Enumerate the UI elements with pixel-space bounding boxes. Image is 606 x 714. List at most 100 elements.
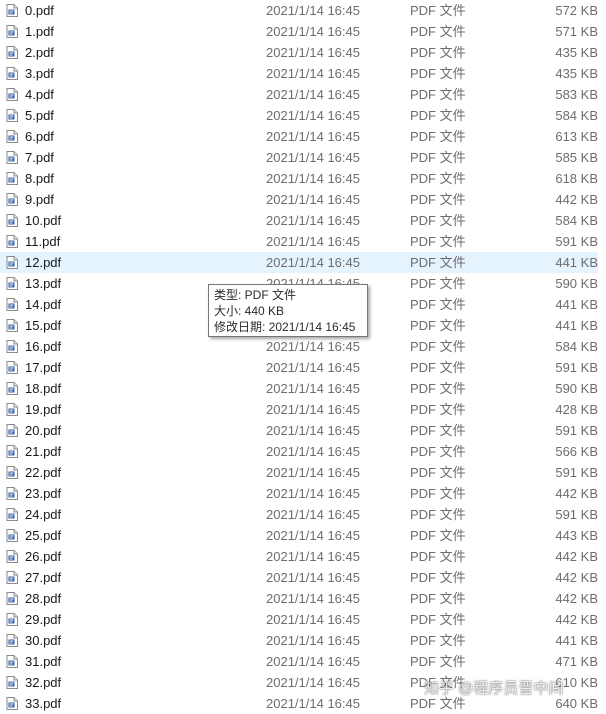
file-row[interactable]: 21.pdf 2021/1/14 16:45 PDF 文件 566 KB xyxy=(0,441,598,462)
file-type: PDF 文件 xyxy=(410,45,466,60)
file-name: 4.pdf xyxy=(25,87,54,102)
pdf-file-icon xyxy=(6,466,18,479)
file-size: 584 KB xyxy=(555,213,598,228)
file-row[interactable]: 2.pdf 2021/1/14 16:45 PDF 文件 435 KB xyxy=(0,42,598,63)
file-row[interactable]: 18.pdf 2021/1/14 16:45 PDF 文件 590 KB xyxy=(0,378,598,399)
file-name: 31.pdf xyxy=(25,654,62,669)
file-row[interactable]: 20.pdf 2021/1/14 16:45 PDF 文件 591 KB xyxy=(0,420,598,441)
file-row[interactable]: 7.pdf 2021/1/14 16:45 PDF 文件 585 KB xyxy=(0,147,598,168)
file-row[interactable]: 31.pdf 2021/1/14 16:45 PDF 文件 471 KB xyxy=(0,651,598,672)
file-type: PDF 文件 xyxy=(410,171,466,186)
file-row[interactable]: 22.pdf 2021/1/14 16:45 PDF 文件 591 KB xyxy=(0,462,598,483)
file-row[interactable]: 1.pdf 2021/1/14 16:45 PDF 文件 571 KB xyxy=(0,21,598,42)
file-name: 0.pdf xyxy=(25,3,54,18)
file-type: PDF 文件 xyxy=(410,381,466,396)
pdf-file-icon xyxy=(6,193,18,206)
file-size: 618 KB xyxy=(555,171,598,186)
file-type: PDF 文件 xyxy=(410,255,466,270)
file-row[interactable]: 23.pdf 2021/1/14 16:45 PDF 文件 442 KB xyxy=(0,483,598,504)
pdf-file-icon xyxy=(6,109,18,122)
pdf-file-icon xyxy=(6,67,18,80)
file-type: PDF 文件 xyxy=(410,108,466,123)
file-name: 8.pdf xyxy=(25,171,54,186)
file-size: 442 KB xyxy=(555,570,598,585)
file-modified-date: 2021/1/14 16:45 xyxy=(266,45,360,60)
file-row[interactable]: 30.pdf 2021/1/14 16:45 PDF 文件 441 KB xyxy=(0,630,598,651)
file-name: 3.pdf xyxy=(25,66,54,81)
pdf-file-icon xyxy=(6,340,18,353)
file-modified-date: 2021/1/14 16:45 xyxy=(266,507,360,522)
file-type: PDF 文件 xyxy=(410,402,466,417)
file-name: 21.pdf xyxy=(25,444,62,459)
file-modified-date: 2021/1/14 16:45 xyxy=(266,465,360,480)
file-row[interactable]: 16.pdf 2021/1/14 16:45 PDF 文件 584 KB xyxy=(0,336,598,357)
file-size: 428 KB xyxy=(555,402,598,417)
file-name: 15.pdf xyxy=(25,318,62,333)
file-row[interactable]: 26.pdf 2021/1/14 16:45 PDF 文件 442 KB xyxy=(0,546,598,567)
file-row[interactable]: 28.pdf 2021/1/14 16:45 PDF 文件 442 KB xyxy=(0,588,598,609)
file-type: PDF 文件 xyxy=(410,570,466,585)
file-type: PDF 文件 xyxy=(410,486,466,501)
file-modified-date: 2021/1/14 16:45 xyxy=(266,3,360,18)
file-size: 590 KB xyxy=(555,381,598,396)
pdf-file-icon xyxy=(6,445,18,458)
file-modified-date: 2021/1/14 16:45 xyxy=(266,549,360,564)
file-row[interactable]: 9.pdf 2021/1/14 16:45 PDF 文件 442 KB xyxy=(0,189,598,210)
pdf-file-icon xyxy=(6,571,18,584)
file-size: 441 KB xyxy=(555,297,598,312)
file-type: PDF 文件 xyxy=(410,612,466,627)
pdf-file-icon xyxy=(6,46,18,59)
file-type: PDF 文件 xyxy=(410,318,466,333)
pdf-file-icon xyxy=(6,697,18,710)
pdf-file-icon xyxy=(6,613,18,626)
pdf-file-icon xyxy=(6,508,18,521)
file-type: PDF 文件 xyxy=(410,213,466,228)
file-size: 591 KB xyxy=(555,507,598,522)
file-modified-date: 2021/1/14 16:45 xyxy=(266,528,360,543)
pdf-file-icon xyxy=(6,4,18,17)
file-row[interactable]: 29.pdf 2021/1/14 16:45 PDF 文件 442 KB xyxy=(0,609,598,630)
file-size: 442 KB xyxy=(555,591,598,606)
file-row[interactable]: 24.pdf 2021/1/14 16:45 PDF 文件 591 KB xyxy=(0,504,598,525)
pdf-file-icon xyxy=(6,256,18,269)
file-modified-date: 2021/1/14 16:45 xyxy=(266,150,360,165)
pdf-file-icon xyxy=(6,151,18,164)
file-name: 25.pdf xyxy=(25,528,62,543)
file-type: PDF 文件 xyxy=(410,507,466,522)
file-row[interactable]: 3.pdf 2021/1/14 16:45 PDF 文件 435 KB xyxy=(0,63,598,84)
file-row[interactable]: 25.pdf 2021/1/14 16:45 PDF 文件 443 KB xyxy=(0,525,598,546)
file-modified-date: 2021/1/14 16:45 xyxy=(266,633,360,648)
tooltip-type: 类型: PDF 文件 xyxy=(214,288,297,302)
file-row[interactable]: 5.pdf 2021/1/14 16:45 PDF 文件 584 KB xyxy=(0,105,598,126)
file-type: PDF 文件 xyxy=(410,150,466,165)
file-type: PDF 文件 xyxy=(410,339,466,354)
file-type: PDF 文件 xyxy=(410,444,466,459)
file-modified-date: 2021/1/14 16:45 xyxy=(266,570,360,585)
file-type: PDF 文件 xyxy=(410,66,466,81)
file-row[interactable]: 11.pdf 2021/1/14 16:45 PDF 文件 591 KB xyxy=(0,231,598,252)
file-size: 571 KB xyxy=(555,24,598,39)
file-modified-date: 2021/1/14 16:45 xyxy=(266,24,360,39)
pdf-file-icon xyxy=(6,676,18,689)
file-row[interactable]: 19.pdf 2021/1/14 16:45 PDF 文件 428 KB xyxy=(0,399,598,420)
file-size: 591 KB xyxy=(555,360,598,375)
file-row[interactable]: 8.pdf 2021/1/14 16:45 PDF 文件 618 KB xyxy=(0,168,598,189)
file-type: PDF 文件 xyxy=(410,549,466,564)
file-row[interactable]: 12.pdf 2021/1/14 16:45 PDF 文件 441 KB xyxy=(0,252,598,273)
file-row[interactable]: 10.pdf 2021/1/14 16:45 PDF 文件 584 KB xyxy=(0,210,598,231)
file-name: 14.pdf xyxy=(25,297,62,312)
tooltip-size: 大小: 440 KB xyxy=(214,304,285,318)
watermark: 知乎 @程序员晋中间 xyxy=(424,680,564,697)
file-row[interactable]: 6.pdf 2021/1/14 16:45 PDF 文件 613 KB xyxy=(0,126,598,147)
file-row[interactable]: 27.pdf 2021/1/14 16:45 PDF 文件 442 KB xyxy=(0,567,598,588)
file-row[interactable]: 17.pdf 2021/1/14 16:45 PDF 文件 591 KB xyxy=(0,357,598,378)
pdf-file-icon xyxy=(6,319,18,332)
file-name: 13.pdf xyxy=(25,276,62,291)
file-row[interactable]: 4.pdf 2021/1/14 16:45 PDF 文件 583 KB xyxy=(0,84,598,105)
file-info-tooltip: 类型: PDF 文件 大小: 440 KB 修改日期: 2021/1/14 16… xyxy=(208,284,368,337)
pdf-file-icon xyxy=(6,382,18,395)
pdf-file-icon xyxy=(6,214,18,227)
pdf-file-icon xyxy=(6,403,18,416)
file-type: PDF 文件 xyxy=(410,654,466,669)
file-row[interactable]: 0.pdf 2021/1/14 16:45 PDF 文件 572 KB xyxy=(0,0,598,21)
